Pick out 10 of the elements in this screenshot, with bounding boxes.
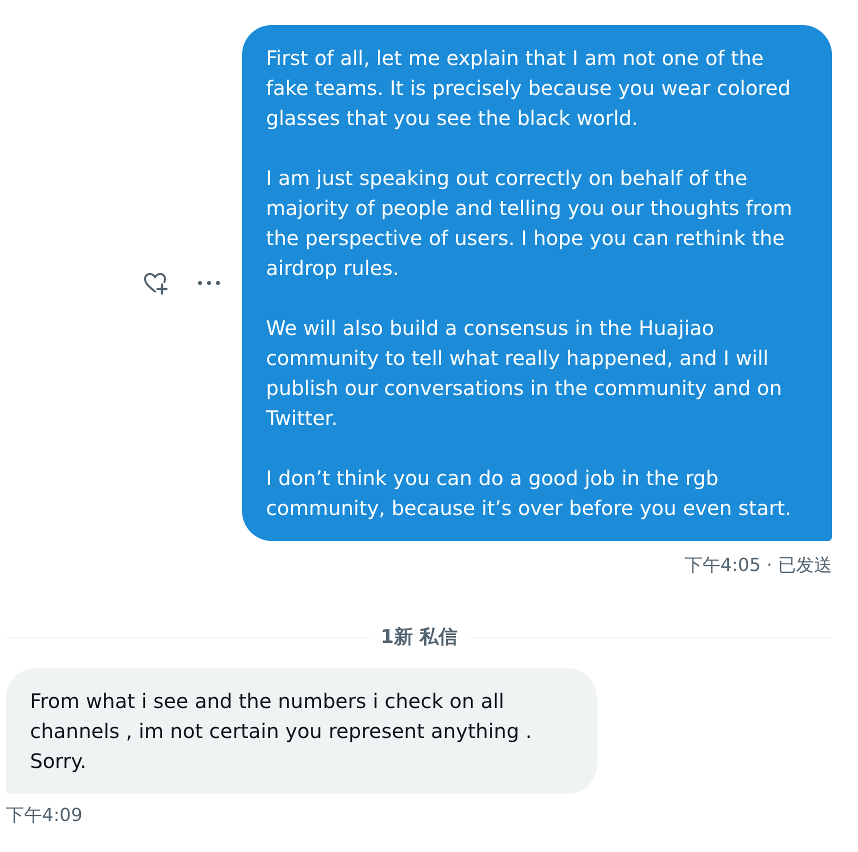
- more-icon[interactable]: [198, 281, 220, 285]
- message-timestamp: 下午4:05 · 已发送: [684, 554, 832, 578]
- heart-plus-icon[interactable]: [143, 271, 168, 295]
- message-paragraph: I don’t think you can do a good job in the rgb community, because it’s over before you even start.: [266, 465, 792, 522]
- message-paragraph: I am just speaking out correctly on behalf of the majority of people and telling you our thoughts from the perspective of users. I hope you can rethink the airdrop rules.: [266, 165, 794, 282]
- message-paragraph: We will also build a consensus in the Huajiao community to tell what really happened, and I will publish our conversations in the community and on Twitter.: [266, 315, 783, 432]
- new-messages-label: 1新 私信: [380, 625, 458, 650]
- message-timestamp: 下午4:09: [6, 804, 82, 828]
- message-paragraph: First of all, let me explain that I am not one of the fake teams. It is precisely because you wear colored glasses that you see the black world.: [266, 45, 792, 132]
- message-paragraph: From what i see and the numbers i check on all channels , im not certain you represent anything . Sorry.: [30, 688, 533, 775]
